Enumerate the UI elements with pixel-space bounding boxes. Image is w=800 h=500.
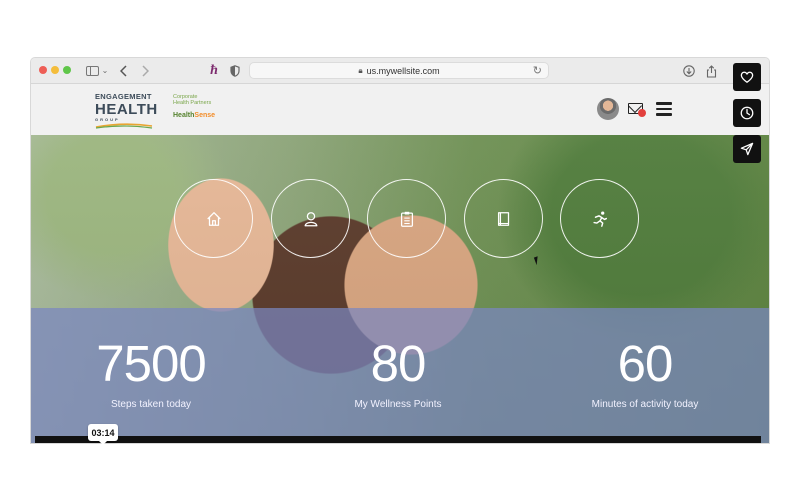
- watch-later-button[interactable]: [733, 99, 761, 127]
- url-text: us.mywellsite.com: [366, 65, 440, 76]
- site-header: ENGAGEMENT HEALTH GROUP Corporate Health…: [31, 84, 769, 135]
- logo-line-3: GROUP: [95, 116, 120, 122]
- screen-recording-frame: ⌄ ħ 🔒︎ us.mywellsite.com ↻ ENGAGEMENT HE…: [0, 0, 800, 500]
- activity-minutes-value: 60: [617, 335, 674, 392]
- book-icon: [497, 211, 509, 226]
- user-icon: [304, 211, 317, 226]
- activity-minutes-label: Minutes of activity today: [591, 399, 699, 410]
- nav-profile-button[interactable]: [271, 179, 350, 258]
- forward-icon[interactable]: [139, 62, 151, 80]
- activity-minutes-stat: 60 Minutes of activity today: [575, 338, 715, 410]
- nav-book-button[interactable]: [464, 179, 543, 258]
- partner-logo-line-2: Health Partners: [173, 100, 212, 107]
- healthsense-logo: HealthSense: [173, 112, 233, 120]
- nav-clipboard-button[interactable]: [367, 179, 446, 258]
- chevron-down-icon[interactable]: ⌄: [101, 62, 109, 80]
- share-video-button[interactable]: [733, 135, 761, 163]
- healthsense-suffix: Sense: [194, 112, 216, 120]
- reload-icon[interactable]: ↻: [533, 64, 542, 77]
- avatar[interactable]: [597, 98, 619, 120]
- hero-banner: 7500 Steps taken today 80 My Wellness Po…: [31, 135, 769, 443]
- running-icon: [592, 211, 607, 227]
- wellness-points-label: My Wellness Points: [354, 399, 442, 410]
- notification-badge: [638, 109, 646, 117]
- clipboard-icon: [400, 211, 413, 227]
- minimize-window-button[interactable]: [51, 66, 59, 74]
- extension-icon[interactable]: ħ: [207, 62, 221, 80]
- send-icon: [740, 142, 754, 156]
- engagement-health-logo[interactable]: ENGAGEMENT HEALTH GROUP: [95, 93, 157, 129]
- share-icon[interactable]: [704, 62, 718, 80]
- lock-icon: 🔒︎: [358, 65, 363, 75]
- nav-activity-button[interactable]: [560, 179, 639, 258]
- bottom-strip: [35, 436, 761, 443]
- steps-label: Steps taken today: [110, 399, 192, 410]
- menu-icon[interactable]: [656, 102, 672, 119]
- zoom-window-button[interactable]: [63, 66, 71, 74]
- address-bar[interactable]: 🔒︎ us.mywellsite.com ↻: [249, 62, 549, 79]
- clock-icon: [740, 106, 754, 120]
- home-icon: [206, 211, 221, 226]
- logo-line-1: ENGAGEMENT: [95, 92, 152, 101]
- download-icon[interactable]: [682, 62, 696, 80]
- nav-home-button[interactable]: [174, 179, 253, 258]
- back-icon[interactable]: [118, 62, 130, 80]
- logo-line-2: HEALTH: [95, 100, 158, 118]
- sidebar-icon[interactable]: [83, 62, 101, 80]
- steps-value: 7500: [96, 335, 206, 392]
- like-button[interactable]: [733, 63, 761, 91]
- wellness-points-value: 80: [370, 335, 427, 392]
- healthsense-brand: Health: [173, 112, 195, 120]
- browser-toolbar: ⌄ ħ 🔒︎ us.mywellsite.com ↻: [31, 58, 769, 84]
- browser-window: ⌄ ħ 🔒︎ us.mywellsite.com ↻ ENGAGEMENT HE…: [31, 58, 769, 443]
- timestamp-badge: 03:14: [88, 424, 118, 445]
- heart-icon: [740, 71, 754, 83]
- logo-swoosh-icon: [95, 122, 153, 129]
- shield-icon[interactable]: [229, 62, 241, 80]
- corporate-health-partners-logo[interactable]: Corporate Health Partners HealthSense: [173, 94, 233, 120]
- wellness-points-stat: 80 My Wellness Points: [328, 338, 468, 410]
- steps-stat: 7500 Steps taken today: [81, 338, 221, 410]
- close-window-button[interactable]: [39, 66, 47, 74]
- stats-band: 7500 Steps taken today 80 My Wellness Po…: [31, 308, 769, 443]
